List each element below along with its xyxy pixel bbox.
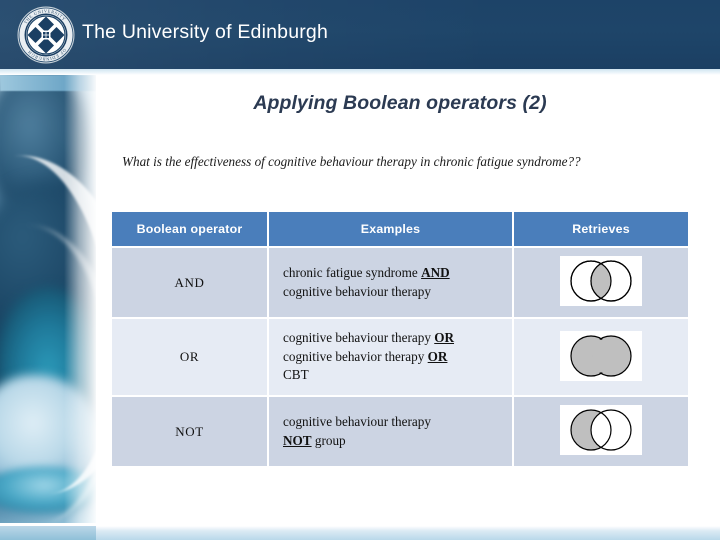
operator-not: NOT (112, 397, 267, 467)
example-or-line3: CBT (283, 367, 309, 383)
venn-cell-and (514, 248, 688, 317)
operator-or: OR (112, 319, 267, 396)
example-and-post: cognitive behaviour therapy (283, 283, 431, 299)
example-not-pre: cognitive behaviour therapy (283, 413, 431, 429)
example-not-post: group (311, 432, 346, 448)
venn-and-icon (560, 256, 642, 306)
venn-cell-not (514, 397, 688, 467)
example-and-pre: chronic fatigue syndrome (283, 264, 422, 280)
decorative-photo-panel (0, 75, 96, 523)
example-or: cognitive behaviour therapy OR cognitive… (269, 319, 512, 396)
table-row: OR cognitive behaviour therapy OR cognit… (112, 319, 688, 396)
example-not: cognitive behaviour therapy NOT group (269, 397, 512, 467)
operator-and: AND (112, 248, 267, 317)
column-header-retrieves: Retrieves (514, 212, 688, 246)
column-header-examples: Examples (269, 212, 512, 246)
table-header-row: Boolean operator Examples Retrieves (112, 212, 688, 246)
venn-cell-or (514, 319, 688, 396)
column-header-operator: Boolean operator (112, 212, 267, 246)
table-row: AND chronic fatigue syndrome AND cogniti… (112, 248, 688, 317)
university-crest-icon: THE UNIVERSITY OF EDINBURGH (17, 6, 75, 64)
bottom-accent-strip-left (0, 526, 96, 540)
slide-canvas: THE UNIVERSITY OF EDINBURGH The Universi… (0, 0, 720, 540)
example-or-line2-operator: OR (427, 348, 448, 364)
example-or-line2-pre: cognitive behavior therapy (283, 348, 428, 364)
institution-name: The University of Edinburgh (82, 21, 329, 43)
research-question: What is the effectiveness of cognitive b… (122, 154, 581, 169)
example-or-line1-operator: OR (434, 330, 455, 345)
example-or-line1-pre: cognitive behaviour therapy (283, 330, 435, 345)
bottom-accent-strip (0, 526, 720, 540)
photo-fade-mask (64, 75, 96, 523)
slide-banner: THE UNIVERSITY OF EDINBURGH The Universi… (0, 0, 720, 69)
page-title: Applying Boolean operators (2) (253, 92, 547, 114)
boolean-operators-table: Boolean operator Examples Retrieves AND … (110, 210, 690, 468)
example-not-operator: NOT (283, 432, 312, 448)
venn-not-icon (560, 405, 642, 456)
example-and-operator: AND (421, 264, 450, 280)
example-and: chronic fatigue syndrome AND cognitive b… (269, 248, 512, 317)
banner-underline (0, 69, 720, 75)
venn-or-icon (560, 330, 642, 381)
table-row: NOT cognitive behaviour therapy NOT grou… (112, 397, 688, 467)
